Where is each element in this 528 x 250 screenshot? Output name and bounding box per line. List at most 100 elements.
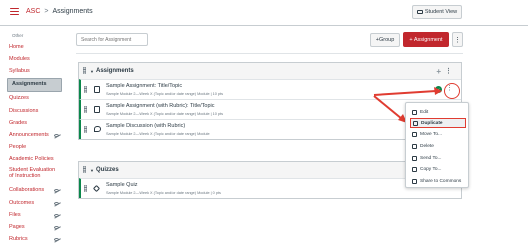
sidebar-item-discussions[interactable]: Discussions (9, 107, 61, 116)
caret-down-icon[interactable]: ▼ (90, 168, 94, 173)
sidebar-item-syllabus[interactable]: Syllabus (9, 67, 61, 76)
assignment-title-link[interactable]: Sample Discussion (with Rubric) (106, 123, 185, 129)
drag-handle-icon[interactable] (83, 67, 86, 74)
menu-item-label: Delete (420, 143, 434, 149)
glasses-icon (416, 10, 423, 14)
sidebar-item-outcomes[interactable]: Outcomes (9, 199, 61, 208)
sidebar-item-assignments[interactable]: Assignments (7, 78, 62, 92)
copy-icon (413, 120, 418, 126)
assignment-icon (94, 86, 100, 93)
menu-item-send-to[interactable]: Send To... (410, 153, 466, 163)
search-input[interactable] (76, 33, 148, 46)
sidebar-item-grades[interactable]: Grades (9, 119, 61, 128)
sidebar-item-student-evaluation[interactable]: Student Evaluation of Instruction (9, 167, 61, 181)
drag-handle-icon[interactable] (83, 166, 86, 173)
sidebar-item-label: Files (9, 211, 21, 218)
breadcrumb-separator-icon: > (44, 8, 49, 15)
assignment-title-link[interactable]: Sample Assignment: Title/Topic (106, 83, 182, 89)
sidebar-item-home[interactable]: Home (9, 43, 61, 52)
sidebar-item-label: Home (9, 43, 24, 50)
sidebar-item-label: Modules (9, 55, 30, 62)
menu-item-label: Send To... (420, 155, 442, 161)
assignment-title-link[interactable]: Sample Quiz (106, 182, 138, 188)
add-group-button[interactable]: +Group (370, 33, 400, 47)
sidebar-item-label: Pages (9, 223, 25, 230)
send-icon (412, 155, 417, 161)
sidebar-item-label: Collaborations (9, 186, 45, 193)
menu-item-copy-to[interactable]: Copy To... (410, 164, 466, 174)
sidebar-item-quizzes[interactable]: Quizzes (9, 94, 61, 103)
move-icon (412, 131, 417, 137)
drag-handle-icon[interactable] (84, 126, 87, 133)
pencil-icon (412, 109, 417, 115)
sidebar-item-label: Announcements (9, 131, 49, 138)
hamburger-menu-icon[interactable] (10, 8, 19, 15)
sidebar-item-label: Quizzes (9, 94, 29, 101)
assignment-meta: Sample Module 2—Week X (Topic and/or dat… (106, 92, 223, 96)
sidebar-item-collaborations[interactable]: Collaborations (9, 186, 61, 195)
menu-item-delete[interactable]: Delete (410, 141, 466, 151)
page-options-kebab-icon[interactable]: ⋮ (452, 32, 463, 47)
assignment-meta: Sample Module 2—Week X (Topic and/or dat… (106, 112, 223, 116)
breadcrumb-current: Assignments (52, 8, 93, 15)
sidebar-item-label: Assignments (12, 81, 47, 88)
top-bar: ASC > Assignments Student View (0, 0, 528, 26)
discussion-icon (94, 126, 101, 132)
sidebar-item-pages[interactable]: Pages (9, 223, 61, 232)
published-check-icon[interactable]: ✓ (435, 86, 442, 93)
caret-down-icon[interactable]: ▼ (90, 69, 94, 74)
student-view-button[interactable]: Student View (412, 5, 462, 19)
menu-item-label: Move To... (420, 131, 443, 137)
hidden-eye-icon (54, 238, 59, 241)
drag-handle-icon[interactable] (84, 185, 87, 192)
menu-item-label: Edit (420, 109, 429, 115)
assignment-meta: Sample Module 2—Week X (Topic and/or dat… (106, 191, 221, 195)
assignment-row[interactable]: Sample Assignment: Title/Topic Sample Mo… (79, 79, 461, 99)
student-view-label: Student View (424, 9, 458, 15)
sidebar-item-academic-policies[interactable]: Academic Policies (9, 155, 61, 164)
group-header[interactable]: ▼ Quizzes (79, 162, 461, 178)
sidebar-item-label: Student Evaluation of Instruction (9, 167, 56, 179)
quiz-icon (92, 184, 101, 193)
menu-item-label: Duplicate (421, 120, 443, 126)
sidebar-item-announcements[interactable]: Announcements (9, 131, 61, 140)
sidebar-other-label: Other (12, 33, 24, 38)
highlight-circle (444, 83, 460, 99)
sidebar-item-label: People (9, 143, 27, 150)
hidden-eye-icon (54, 189, 59, 192)
hidden-eye-icon (54, 214, 59, 217)
divider (76, 53, 463, 54)
group-options-kebab-icon[interactable]: ⋮ (445, 67, 452, 75)
sidebar-item-people[interactable]: People (9, 143, 61, 152)
trash-icon (412, 143, 417, 149)
menu-item-share-to-commons[interactable]: Share to Commons (410, 176, 466, 186)
drag-handle-icon[interactable] (84, 106, 87, 113)
assignment-options-menu: Edit Duplicate Move To... Delete Send To… (405, 102, 469, 188)
hidden-eye-icon (54, 134, 59, 137)
course-nav-sidebar: Other Home Modules Syllabus Assignments … (0, 27, 68, 250)
sidebar-item-modules[interactable]: Modules (9, 55, 61, 64)
assignment-row[interactable]: Sample Assignment (with Rubric): Title/T… (79, 99, 461, 119)
add-to-group-icon[interactable]: + (436, 67, 441, 76)
assignment-row[interactable]: Sample Discussion (with Rubric) Sample M… (79, 119, 461, 139)
group-title: Assignments (96, 68, 134, 74)
hidden-eye-icon (54, 202, 59, 205)
menu-item-duplicate[interactable]: Duplicate (410, 118, 466, 128)
assignment-title-link[interactable]: Sample Assignment (with Rubric): Title/T… (106, 103, 215, 109)
sidebar-item-label: Syllabus (9, 67, 30, 74)
group-header[interactable]: ▼ Assignments + ⋮ (79, 63, 461, 79)
drag-handle-icon[interactable] (84, 86, 87, 93)
menu-item-edit[interactable]: Edit (410, 107, 466, 117)
menu-item-label: Copy To... (420, 166, 442, 172)
hidden-eye-icon (54, 226, 59, 229)
breadcrumb: ASC > Assignments (26, 8, 93, 15)
breadcrumb-course-link[interactable]: ASC (26, 8, 40, 15)
sidebar-item-files[interactable]: Files (9, 211, 61, 220)
sidebar-item-label: Rubrics (9, 235, 28, 242)
add-assignment-button[interactable]: + Assignment (403, 32, 449, 47)
sidebar-item-rubrics[interactable]: Rubrics (9, 235, 61, 244)
menu-item-move-to[interactable]: Move To... (410, 129, 466, 139)
assignment-meta: Sample Module 2—Week X (Topic and/or dat… (106, 132, 210, 136)
assignment-row[interactable]: Sample Quiz Sample Module 2—Week X (Topi… (79, 178, 461, 198)
sidebar-item-label: Outcomes (9, 199, 35, 206)
